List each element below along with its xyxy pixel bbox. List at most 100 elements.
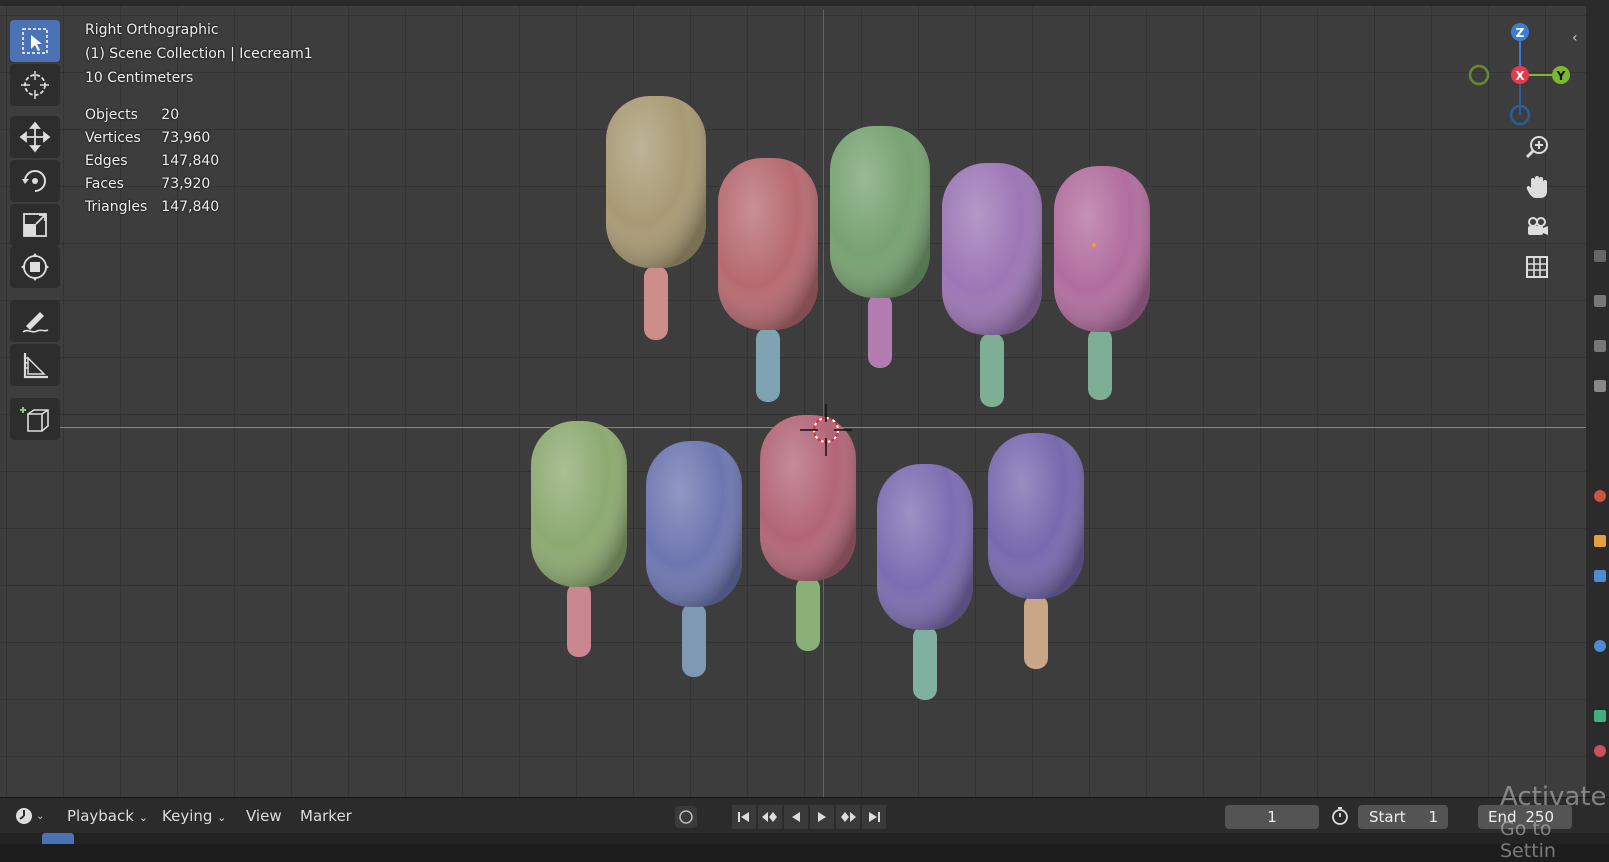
popsicle-shading bbox=[1054, 166, 1150, 332]
view-menu[interactable]: View bbox=[246, 807, 282, 825]
popsicle-object[interactable] bbox=[531, 421, 627, 657]
ortho-toggle-button[interactable] bbox=[1520, 250, 1554, 284]
keying-menu-label: Keying bbox=[162, 807, 213, 825]
pan-button[interactable] bbox=[1520, 170, 1554, 204]
stat-label: Objects bbox=[85, 107, 138, 123]
popsicle-stick bbox=[567, 583, 591, 657]
annotate-pen-icon bbox=[22, 312, 49, 333]
properties-tab[interactable] bbox=[1594, 250, 1606, 262]
popsicle-object[interactable] bbox=[606, 96, 706, 340]
stat-value: 20 bbox=[161, 107, 180, 123]
popsicle-shading bbox=[830, 126, 930, 298]
jump-start-button[interactable] bbox=[732, 805, 756, 829]
editor-type-button[interactable]: ⌄ bbox=[14, 805, 48, 827]
popsicle-object[interactable] bbox=[942, 163, 1042, 407]
annotate-tool[interactable] bbox=[10, 300, 60, 342]
popsicle-object[interactable] bbox=[830, 126, 930, 368]
popsicle-object[interactable] bbox=[646, 441, 742, 677]
rotate-icon bbox=[22, 170, 46, 192]
properties-tab[interactable] bbox=[1594, 535, 1606, 547]
popsicle-object[interactable] bbox=[1054, 166, 1150, 400]
next-keyframe-icon bbox=[841, 812, 856, 822]
select-box-tool[interactable] bbox=[10, 20, 60, 62]
properties-tab[interactable] bbox=[1594, 380, 1606, 392]
zoom-button[interactable] bbox=[1520, 130, 1554, 164]
stopwatch-icon[interactable] bbox=[1330, 806, 1350, 830]
start-label: Start bbox=[1369, 808, 1406, 826]
properties-tab-strip[interactable] bbox=[1586, 0, 1609, 797]
gizmo-x-axis[interactable]: X bbox=[1511, 66, 1529, 84]
gizmo-y-axis[interactable]: Y bbox=[1552, 66, 1570, 84]
timeline-ruler[interactable] bbox=[0, 833, 1609, 844]
popsicle-shading bbox=[942, 163, 1042, 335]
stat-row: Vertices 73,960 bbox=[85, 129, 233, 152]
active-object-name: Icecream1 bbox=[239, 46, 313, 62]
camera-view-button[interactable] bbox=[1520, 210, 1554, 244]
activation-watermark-line2: Go to Settin bbox=[1500, 818, 1556, 862]
popsicle-object[interactable] bbox=[877, 464, 973, 700]
stat-value: 147,840 bbox=[161, 153, 220, 169]
popsicle-stick bbox=[1088, 328, 1112, 400]
scale-icon bbox=[23, 213, 47, 237]
3d-cursor-icon bbox=[21, 71, 49, 99]
jump-end-button[interactable] bbox=[862, 805, 886, 829]
next-keyframe-button[interactable] bbox=[836, 805, 860, 829]
chevron-down-icon: ⌄ bbox=[138, 811, 148, 824]
stat-value: 147,840 bbox=[161, 199, 220, 215]
popsicle-shading bbox=[718, 158, 818, 330]
current-frame-field[interactable]: 1 bbox=[1225, 805, 1319, 829]
marker-menu[interactable]: Marker bbox=[300, 807, 352, 825]
cursor-tool[interactable] bbox=[10, 64, 60, 106]
popsicle-object[interactable] bbox=[718, 158, 818, 402]
play-reverse-button[interactable] bbox=[784, 805, 808, 829]
popsicle-object[interactable] bbox=[988, 433, 1084, 669]
start-frame-field[interactable]: Start 1 bbox=[1358, 805, 1448, 829]
stat-label: Edges bbox=[85, 153, 128, 169]
prev-keyframe-button[interactable] bbox=[758, 805, 782, 829]
playback-menu[interactable]: Playback ⌄ bbox=[67, 807, 148, 825]
popsicle-stick bbox=[868, 294, 892, 368]
object-origin-dot bbox=[1092, 243, 1096, 247]
zoom-icon bbox=[1525, 136, 1548, 159]
popsicle-stick bbox=[913, 626, 937, 700]
properties-tab[interactable] bbox=[1594, 490, 1606, 502]
move-tool[interactable] bbox=[10, 116, 60, 158]
popsicle-shading bbox=[531, 421, 627, 587]
properties-tab[interactable] bbox=[1594, 745, 1606, 757]
gizmo-y-label: Y bbox=[1556, 69, 1566, 83]
scale-tool[interactable] bbox=[10, 204, 60, 246]
play-button[interactable] bbox=[810, 805, 834, 829]
rotate-tool[interactable] bbox=[10, 160, 60, 202]
properties-tab[interactable] bbox=[1594, 295, 1606, 307]
stat-row: Faces 73,920 bbox=[85, 175, 233, 198]
hand-pan-icon bbox=[1526, 176, 1547, 198]
properties-tab[interactable] bbox=[1594, 710, 1606, 722]
add-cube-tool[interactable] bbox=[10, 398, 60, 440]
popsicle-stick bbox=[756, 328, 780, 402]
transform-tool[interactable] bbox=[10, 246, 60, 288]
popsicle-shading bbox=[606, 96, 706, 268]
properties-tab[interactable] bbox=[1594, 570, 1606, 582]
activation-watermark-line1: Activate bbox=[1500, 782, 1607, 812]
gizmo-z-axis[interactable]: Z bbox=[1511, 23, 1529, 41]
chevron-down-icon: ⌄ bbox=[36, 810, 45, 822]
playhead-marker[interactable] bbox=[42, 833, 74, 844]
grid-ortho-icon bbox=[1526, 256, 1548, 278]
collapse-sidebar-arrow[interactable]: ‹ bbox=[1572, 30, 1578, 46]
navigation-gizmo[interactable]: Z Y X bbox=[1465, 22, 1575, 132]
popsicle-shading bbox=[646, 441, 742, 607]
popsicle-models[interactable] bbox=[0, 0, 1586, 797]
auto-keying-toggle[interactable] bbox=[675, 806, 697, 828]
timeline-header: ⌄ Playback ⌄ Keying ⌄ View Marker 1 Star… bbox=[0, 797, 1609, 834]
properties-tab[interactable] bbox=[1594, 340, 1606, 352]
clock-dial-icon bbox=[16, 808, 32, 824]
3d-viewport[interactable]: Right Orthographic (1) Scene Collection … bbox=[0, 0, 1586, 797]
move-arrows-icon bbox=[19, 121, 51, 153]
playback-controls bbox=[732, 805, 886, 829]
stat-label: Vertices bbox=[85, 130, 141, 146]
popsicle-stick bbox=[1024, 595, 1048, 669]
measure-tool[interactable] bbox=[10, 344, 60, 386]
playback-menu-label: Playback bbox=[67, 807, 134, 825]
keying-menu[interactable]: Keying ⌄ bbox=[162, 807, 226, 825]
properties-tab[interactable] bbox=[1594, 640, 1606, 652]
